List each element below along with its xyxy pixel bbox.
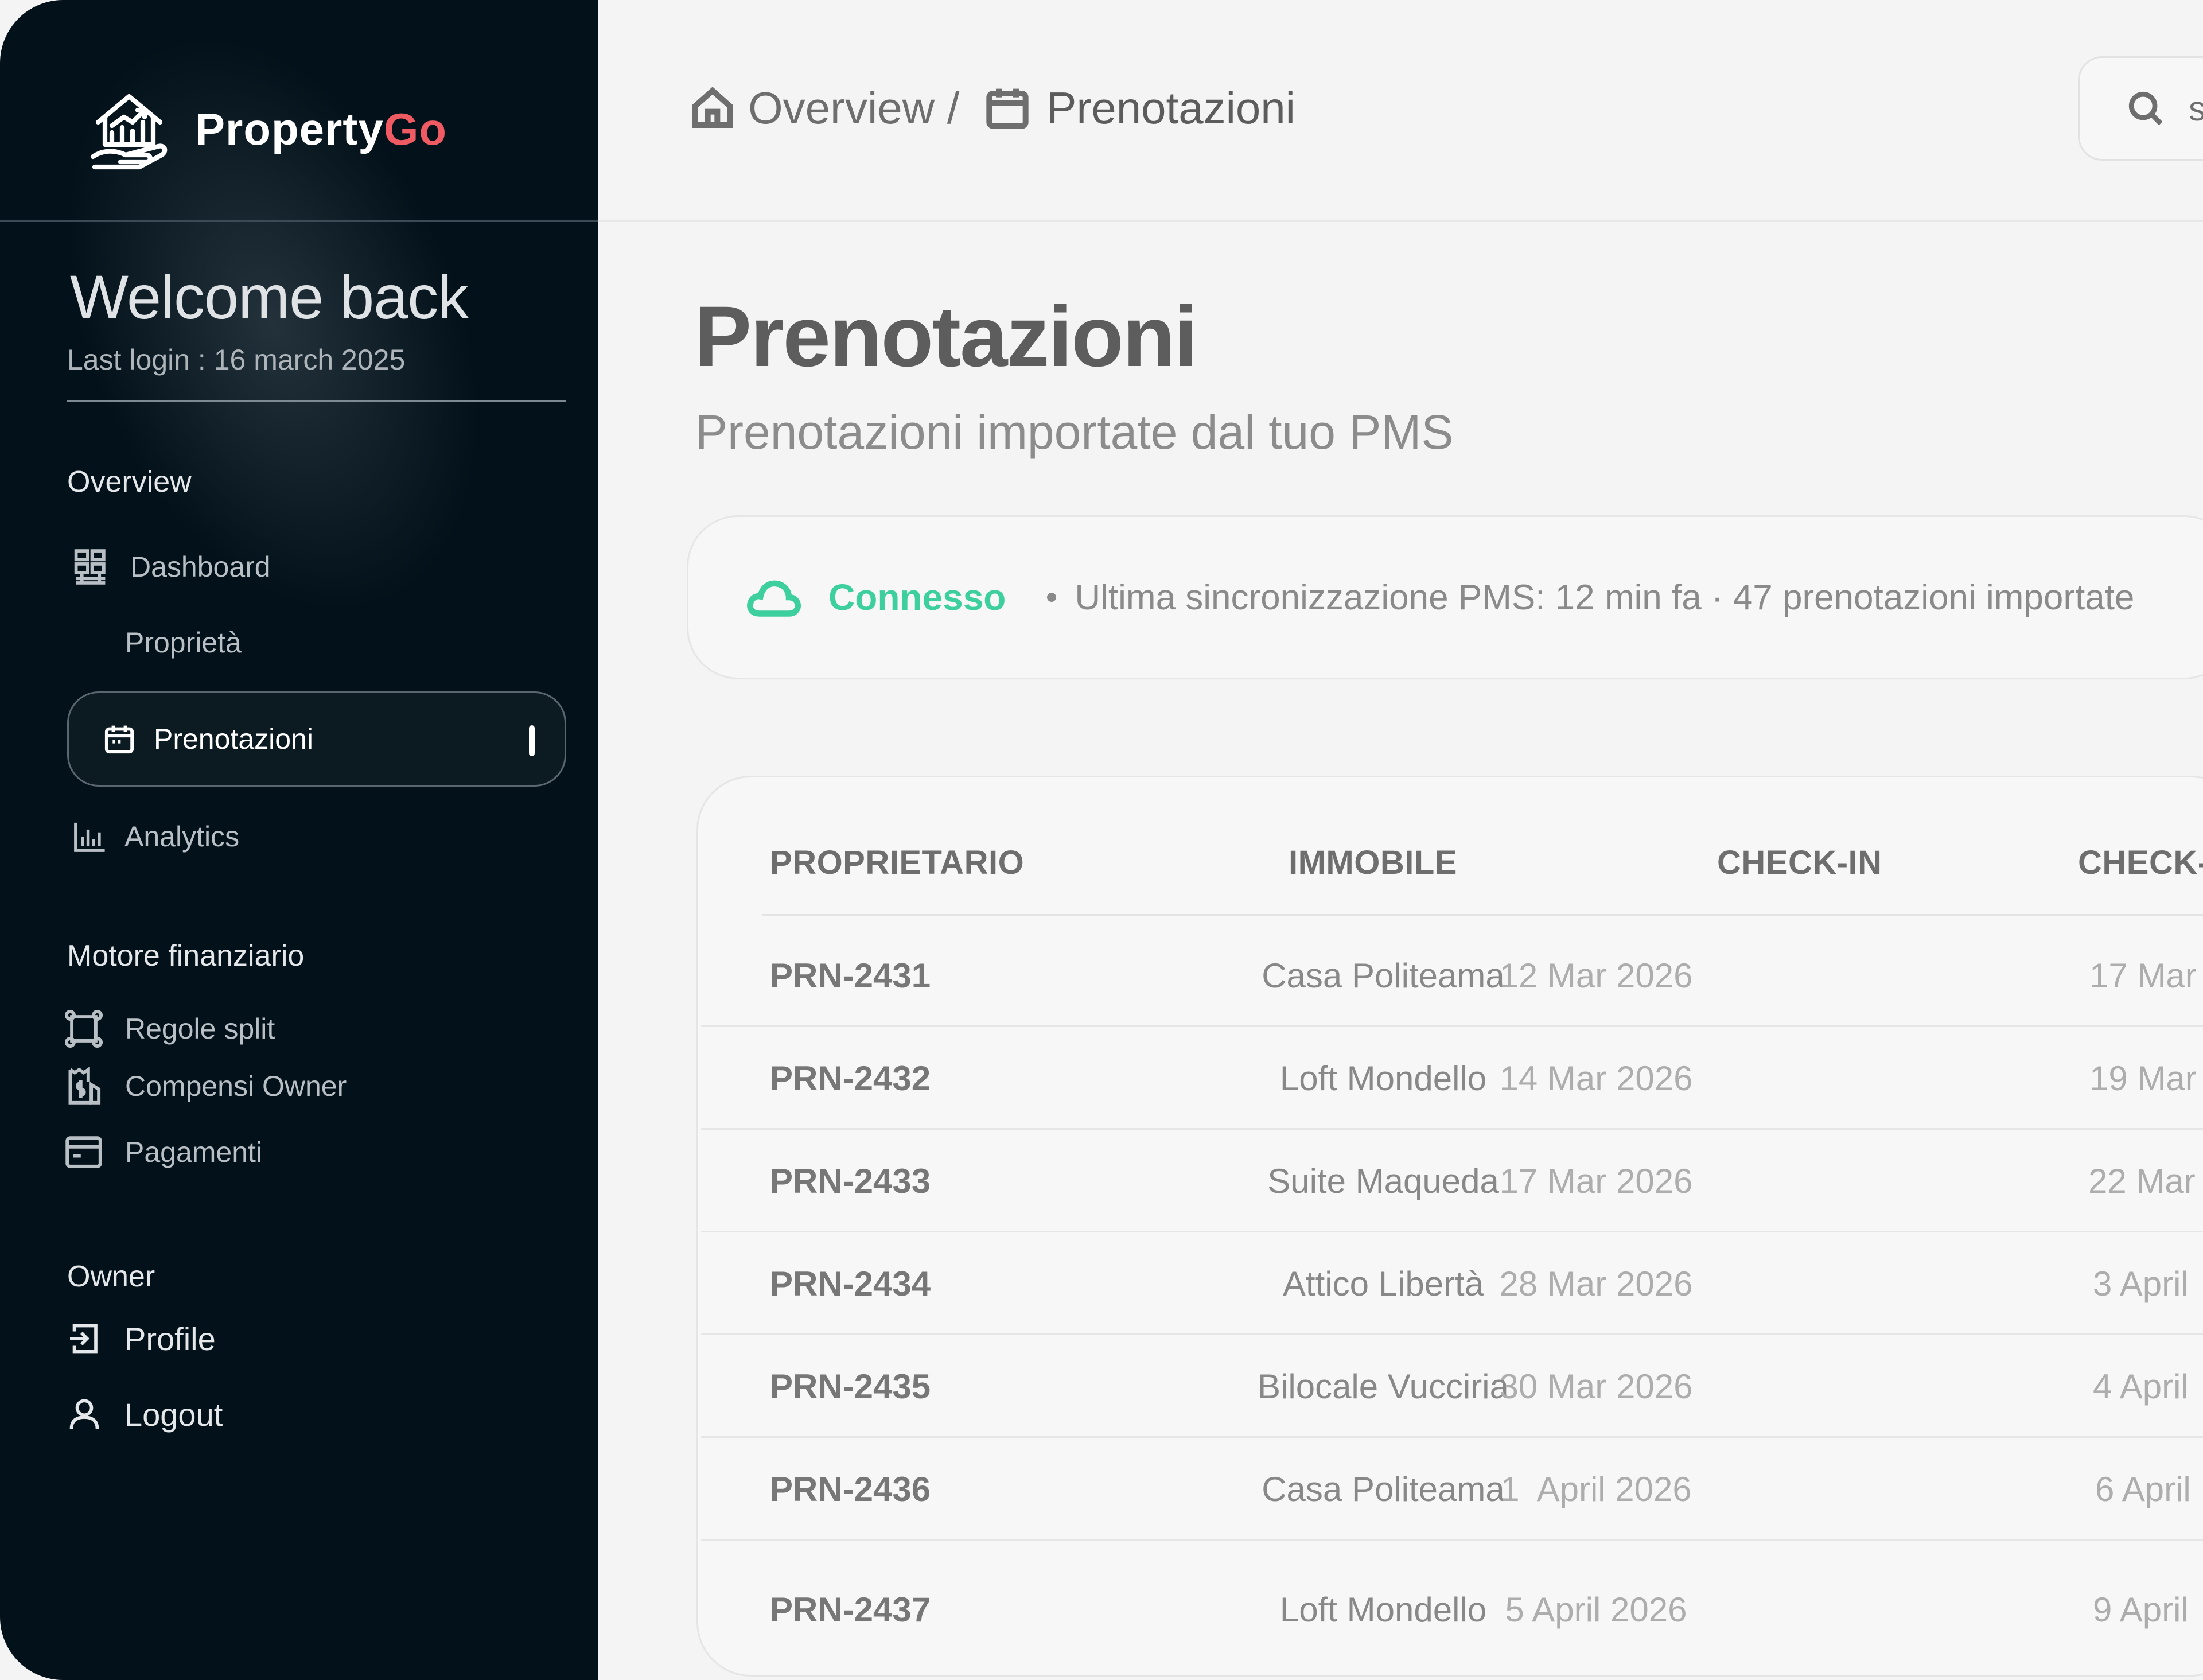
section-owner: Owner [67, 1260, 155, 1293]
table-header-owner[interactable]: PROPRIETARIO [770, 843, 1024, 882]
cell-check-out: 6 April [2095, 1470, 2191, 1508]
sidebar-item-profile[interactable]: Profile [67, 1314, 216, 1363]
breadcrumb-current: Prenotazioni [1046, 82, 1296, 133]
sidebar-item-label: Compensi Owner [125, 1070, 347, 1102]
brand-name-main: Property [195, 103, 384, 154]
active-indicator [529, 725, 535, 756]
section-overview: Overview [67, 465, 192, 499]
cell-check-out: 19 Mar [2089, 1059, 2197, 1098]
last-login-text: Last login : 16 march 2025 [67, 344, 406, 376]
cell-check-in: 5 April 2026 [1505, 1590, 1687, 1629]
page-subtitle: Prenotazioni importate dal tuo PMS [695, 405, 1454, 459]
cell-check-out: 17 Mar [2089, 956, 2197, 995]
sidebar-item-owner-fees[interactable]: Compensi Owner [64, 1063, 347, 1109]
table-header-divider [762, 914, 2203, 916]
sidebar-item-analytics[interactable]: Analytics [73, 814, 239, 860]
table-row[interactable]: PRN-2435 Bilocale Vucciria 30 Mar 2026 4… [701, 1335, 2203, 1438]
sync-status-card: Connesso Ultima sincronizzazione PMS: 12… [687, 515, 2203, 679]
brand-name: PropertyGo [195, 103, 447, 155]
table-header-check-in[interactable]: CHECK-IN [1717, 843, 1882, 882]
table-row[interactable]: PRN-2431 Casa Politeama 12 Mar 2026 17 M… [701, 924, 2203, 1027]
table-row[interactable]: PRN-2432 Loft Mondello 14 Mar 2026 19 Ma… [701, 1027, 2203, 1130]
sidebar: PropertyGo Welcome back Last login : 16 … [0, 0, 598, 1680]
breadcrumb: Overview / Prenotazioni [690, 79, 1295, 137]
table-row[interactable]: PRN-2436 Casa Politeama 1 April 2026 6 A… [701, 1438, 2203, 1541]
sidebar-item-split-rules[interactable]: Regole split [64, 1006, 275, 1052]
welcome-divider [67, 400, 566, 402]
cell-check-in: 17 Mar 2026 [1499, 1162, 1693, 1200]
welcome-title: Welcome back [70, 262, 469, 332]
brand-logo-link[interactable]: PropertyGo [86, 86, 447, 172]
sidebar-item-label: Pagamenti [125, 1136, 263, 1168]
table-row[interactable]: PRN-2437 Loft Mondello 5 April 2026 9 Ap… [701, 1549, 2203, 1670]
house-chart-hand-icon [90, 94, 168, 170]
cell-check-in: 1 April 2026 [1500, 1470, 1692, 1508]
sidebar-item-label: Dashboard [130, 551, 271, 583]
table-row[interactable]: PRN-2433 Suite Maqueda 17 Mar 2026 22 Ma… [701, 1130, 2203, 1232]
brand-name-accent: Go [383, 103, 447, 154]
cloud-icon [747, 580, 801, 617]
calendar-icon [986, 88, 1029, 129]
dashboard-grid-icon [74, 549, 106, 585]
table-header-property[interactable]: IMMOBILE [1289, 843, 1457, 882]
sidebar-divider [0, 220, 598, 222]
cell-check-in: 12 Mar 2026 [1499, 956, 1693, 995]
split-frame-icon [64, 1009, 103, 1048]
header-divider [598, 220, 2203, 222]
sidebar-item-bookings[interactable]: Prenotazioni [67, 691, 566, 787]
sync-info: Ultima sincronizzazione PMS: 12 min fa ·… [1075, 577, 2135, 617]
sidebar-item-label: Prenotazioni [154, 723, 313, 755]
sidebar-item-label: Proprietà [125, 627, 242, 659]
table-header-check-out[interactable]: CHECK- [2078, 843, 2203, 882]
page-title: Prenotazioni [694, 288, 1198, 384]
sidebar-item-label: Profile [124, 1320, 216, 1357]
cell-check-in: 30 Mar 2026 [1499, 1367, 1693, 1406]
sidebar-item-label: Analytics [124, 820, 240, 853]
cell-check-out: 3 April [2093, 1265, 2189, 1303]
search-placeholder: s [2189, 89, 2203, 128]
sidebar-item-label: Logout [124, 1396, 223, 1433]
bar-chart-icon [74, 822, 105, 852]
cell-check-in: 28 Mar 2026 [1499, 1265, 1693, 1303]
sidebar-item-logout[interactable]: Logout [67, 1390, 223, 1439]
user-icon [69, 1399, 99, 1429]
sidebar-item-properties[interactable]: Proprietà [125, 620, 242, 666]
table-row[interactable]: PRN-2434 Attico Libertà 28 Mar 2026 3 Ap… [701, 1232, 2203, 1335]
sidebar-item-dashboard[interactable]: Dashboard [73, 544, 271, 590]
sync-separator-dot [1047, 593, 1057, 602]
cell-check-in: 14 Mar 2026 [1499, 1059, 1693, 1098]
credit-card-icon [65, 1136, 102, 1168]
home-icon[interactable] [690, 85, 735, 131]
sidebar-item-label: Regole split [125, 1013, 275, 1045]
receipt-dollar-icon [68, 1067, 101, 1105]
cell-check-out: 4 April [2093, 1367, 2189, 1406]
search-input[interactable]: s [2078, 56, 2203, 161]
sync-status: Connesso [828, 577, 1006, 618]
calendar-icon [104, 725, 134, 754]
breadcrumb-root[interactable]: Overview / [748, 82, 959, 134]
cell-check-out: 22 Mar [2088, 1162, 2196, 1200]
section-finance: Motore finanziario [67, 939, 305, 973]
cell-check-out: 9 April [2093, 1590, 2189, 1629]
sidebar-item-payments[interactable]: Pagamenti [64, 1129, 262, 1175]
search-icon [2128, 91, 2163, 126]
row-divider [701, 1539, 2203, 1541]
login-arrow-icon [70, 1324, 98, 1354]
